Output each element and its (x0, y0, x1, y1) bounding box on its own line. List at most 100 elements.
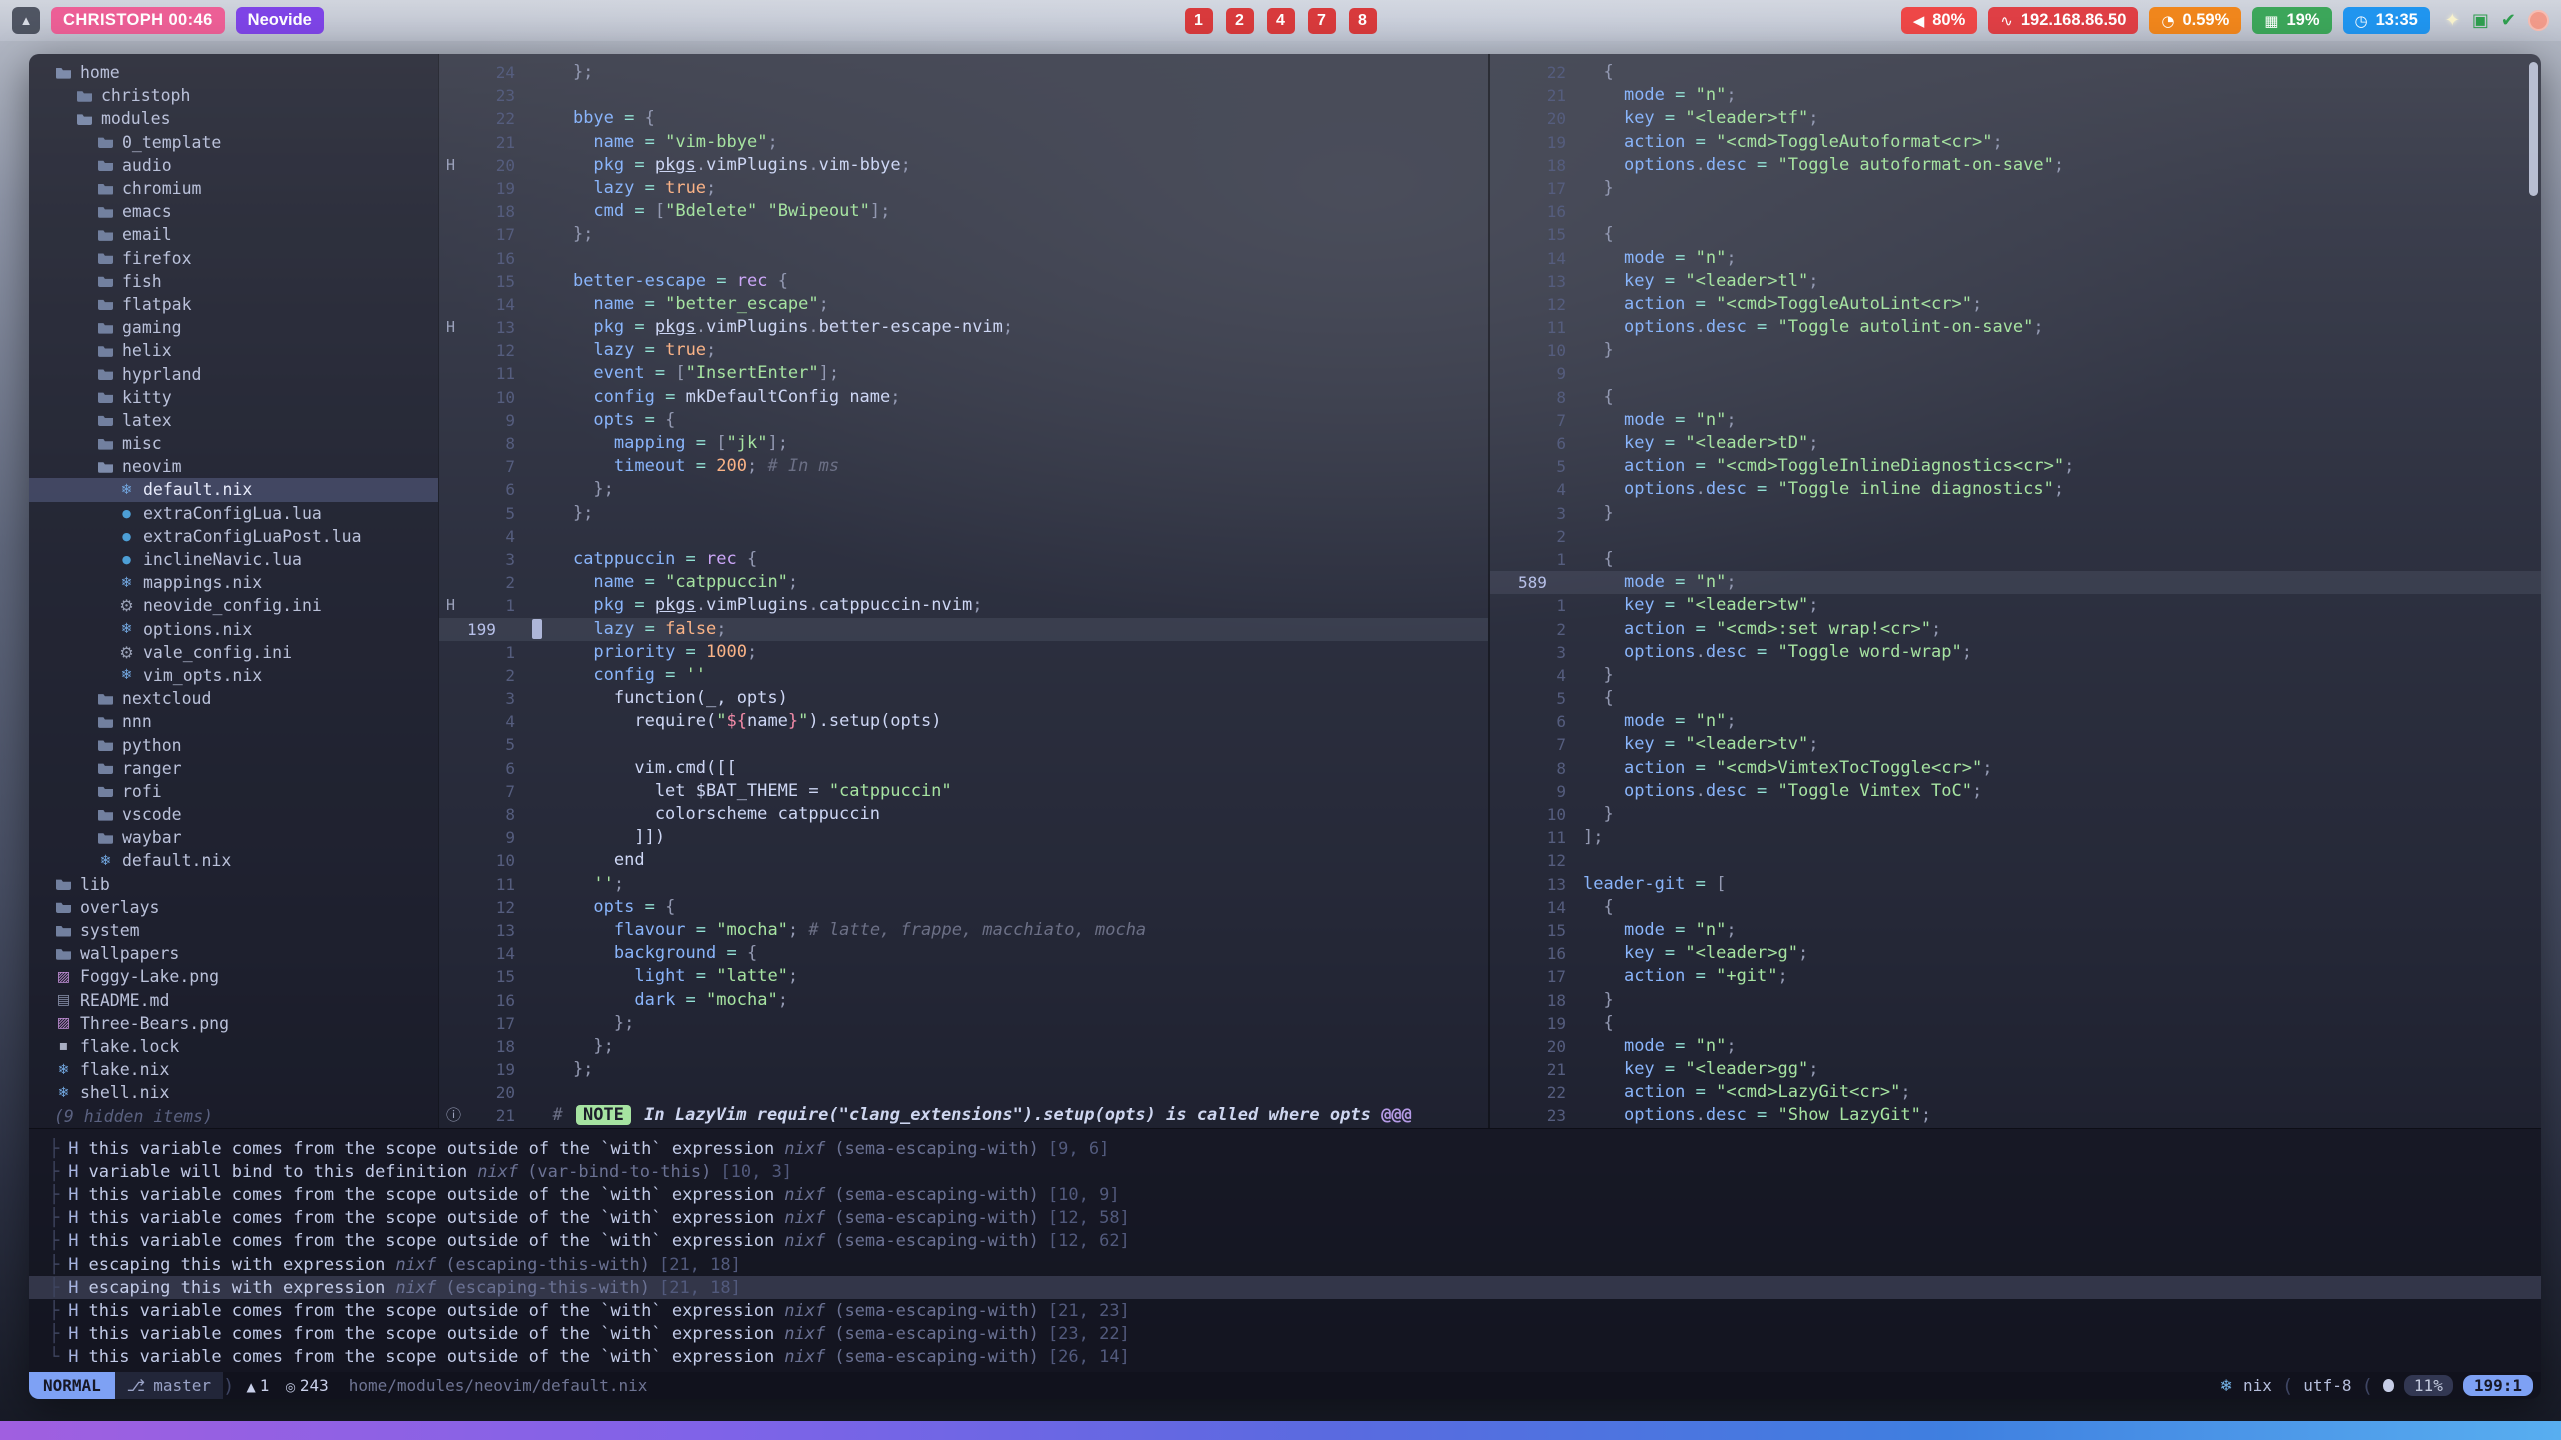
file-tree-item[interactable]: fish (29, 270, 438, 293)
user-uptime-badge[interactable]: CHRISTOPH 00:46 (51, 7, 225, 34)
file-tree-item[interactable]: vale_config.ini (29, 641, 438, 664)
file-tree-item[interactable]: wallpapers (29, 942, 438, 965)
file-tree-item[interactable]: shell.nix (29, 1081, 438, 1104)
file-tree-item[interactable]: modules (29, 107, 438, 130)
gutter-gap (515, 316, 532, 339)
file-tree-item[interactable]: options.nix (29, 618, 438, 641)
file-tree-item[interactable]: latex (29, 409, 438, 432)
file-tree-item[interactable]: README.md (29, 989, 438, 1012)
code-line: 15 better-escape = rec { (439, 270, 1488, 293)
git-branch[interactable]: ⎇ master (115, 1372, 223, 1399)
gutter-gap (1566, 1081, 1583, 1104)
diagnostic-row[interactable]: ├ H this variable comes from the scope o… (29, 1183, 2541, 1206)
workspace-button[interactable]: 2 (1226, 8, 1254, 34)
line-number: 19 (1516, 131, 1566, 154)
file-type-icon (96, 368, 115, 380)
desktop: ▲ CHRISTOPH 00:46 Neovide 1 2 4 7 8 (0, 0, 2561, 1440)
diagnostic-row[interactable]: ├ H this variable comes from the scope o… (29, 1230, 2541, 1253)
workspace-button[interactable]: 8 (1349, 8, 1377, 34)
line-number: 15 (1516, 223, 1566, 246)
file-tree-item[interactable]: chromium (29, 177, 438, 200)
workspace-button[interactable]: 1 (1185, 8, 1213, 34)
diagnostic-row[interactable]: ├ H this variable comes from the scope o… (29, 1207, 2541, 1230)
file-tree-item[interactable]: gaming (29, 316, 438, 339)
file-tree-item[interactable]: Three-Bears.png (29, 1012, 438, 1035)
file-tree-item[interactable]: default.nix (29, 849, 438, 872)
file-tree-item[interactable]: rofi (29, 780, 438, 803)
workspace-button[interactable]: 7 (1308, 8, 1336, 34)
file-tree-item[interactable]: flake.lock (29, 1035, 438, 1058)
status-badge-icon (2264, 12, 2278, 30)
gutter-gap (1566, 687, 1583, 710)
gutter-gap (1566, 386, 1583, 409)
diagnostic-row[interactable]: └ H this variable comes from the scope o… (29, 1346, 2541, 1369)
file-tree-item[interactable]: email (29, 223, 438, 246)
status-badge[interactable]: 192.168.86.50 (1988, 7, 2138, 34)
line-number: 22 (1516, 1081, 1566, 1104)
tray-icon[interactable] (2445, 10, 2460, 31)
code-line: 14 { (1490, 896, 2541, 919)
file-tree-item[interactable]: 0_template (29, 131, 438, 154)
file-tree-item[interactable]: firefox (29, 247, 438, 270)
os-logo[interactable]: ▲ (12, 7, 40, 34)
file-tree-item[interactable]: audio (29, 154, 438, 177)
file-tree-item[interactable]: python (29, 733, 438, 756)
file-tree-item[interactable]: neovim (29, 455, 438, 478)
file-tree-item[interactable]: emacs (29, 200, 438, 223)
file-tree-item[interactable]: flatpak (29, 293, 438, 316)
diagnostic-row[interactable]: ├ H escaping this with expression nixf (… (29, 1276, 2541, 1299)
file-tree-item[interactable]: flake.nix (29, 1058, 438, 1081)
active-app-badge[interactable]: Neovide (236, 7, 324, 34)
file-tree-item[interactable]: helix (29, 339, 438, 362)
editor-split-left[interactable]: 24 }; 23 22 (438, 54, 1490, 1128)
diagnostic-row[interactable]: ├ H variable will bind to this definitio… (29, 1160, 2541, 1183)
file-tree-item[interactable]: extraConfigLua.lua (29, 502, 438, 525)
file-type-icon (54, 1085, 73, 1101)
diagnostics-summary[interactable]: ▲1 ◎243 (234, 1372, 340, 1399)
code-text: }; (532, 223, 593, 246)
tray-icon[interactable] (2501, 10, 2516, 31)
diagnostic-row[interactable]: ├ H this variable comes from the scope o… (29, 1323, 2541, 1346)
file-tree-item[interactable]: default.nix (29, 478, 438, 501)
file-tree-item[interactable]: home (29, 61, 438, 84)
file-type-icon (54, 948, 73, 960)
diagnostic-row[interactable]: ├ H escaping this with expression nixf (… (29, 1253, 2541, 1276)
file-tree-item[interactable]: lib (29, 873, 438, 896)
tray-icon[interactable] (2528, 10, 2549, 31)
file-type-icon (96, 414, 115, 426)
status-badge[interactable]: 0.59% (2149, 7, 2241, 34)
file-tree-item[interactable]: vim_opts.nix (29, 664, 438, 687)
line-number: 15 (465, 965, 515, 988)
gutter-sign (1490, 641, 1516, 664)
file-tree-item[interactable]: kitty (29, 386, 438, 409)
file-tree-item[interactable]: mappings.nix (29, 571, 438, 594)
file-tree-item[interactable]: waybar (29, 826, 438, 849)
gutter-gap (1566, 757, 1583, 780)
file-tree-item[interactable]: hyprland (29, 362, 438, 385)
status-badge[interactable]: 13:35 (2343, 7, 2430, 34)
tree-guide: ├ (29, 1162, 59, 1182)
status-badge[interactable]: 80% (1901, 7, 1978, 34)
tray-icon[interactable] (2472, 10, 2489, 31)
workspace-button[interactable]: 4 (1267, 8, 1295, 34)
file-tree-item[interactable]: nnn (29, 710, 438, 733)
file-tree-item[interactable]: misc (29, 432, 438, 455)
editor-split-right[interactable]: 22 { 21 mode = "n"; 20 (1490, 54, 2541, 1128)
diagnostic-row[interactable]: ├ H this variable comes from the scope o… (29, 1299, 2541, 1322)
line-number: 3 (1516, 502, 1566, 525)
scrollbar-thumb[interactable] (2529, 62, 2538, 196)
file-tree-item[interactable]: (9 hidden items) (29, 1104, 438, 1127)
file-tree-item[interactable]: ranger (29, 757, 438, 780)
status-badge[interactable]: 19% (2252, 7, 2331, 34)
file-tree-item[interactable]: inclineNavic.lua (29, 548, 438, 571)
file-tree-item[interactable]: vscode (29, 803, 438, 826)
file-tree-item[interactable]: system (29, 919, 438, 942)
file-tree-item[interactable]: extraConfigLuaPost.lua (29, 525, 438, 548)
file-tree-item[interactable]: Foggy-Lake.png (29, 965, 438, 988)
gutter-gap (515, 61, 532, 84)
file-tree-item[interactable]: christoph (29, 84, 438, 107)
file-tree-item[interactable]: neovide_config.ini (29, 594, 438, 617)
file-tree-item[interactable]: overlays (29, 896, 438, 919)
file-tree-item[interactable]: nextcloud (29, 687, 438, 710)
diagnostic-row[interactable]: ├ H this variable comes from the scope o… (29, 1137, 2541, 1160)
